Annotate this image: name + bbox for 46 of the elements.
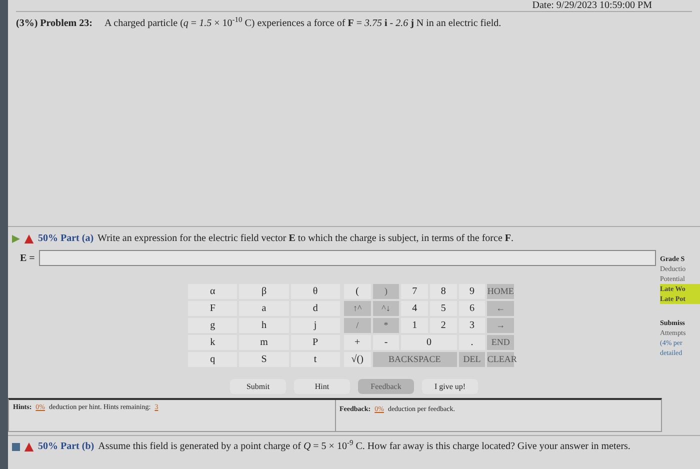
keypad-key[interactable]: ( bbox=[344, 284, 371, 299]
keypad-key[interactable]: 4 bbox=[401, 301, 428, 316]
action-button[interactable]: Submit bbox=[230, 379, 286, 394]
variable-key[interactable]: P bbox=[290, 335, 340, 350]
question-text: Write an expression for the electric field vector E to which the charge is subject, in terms of the force F. bbox=[98, 232, 514, 246]
warning-icon bbox=[24, 442, 34, 452]
keypad-key[interactable]: 0 bbox=[401, 335, 457, 350]
answer-field[interactable] bbox=[38, 250, 656, 266]
variable-key[interactable]: β bbox=[239, 284, 289, 299]
warning-icon bbox=[24, 234, 34, 244]
keypad-key[interactable]: + bbox=[344, 335, 371, 350]
variable-key[interactable]: S bbox=[239, 352, 289, 367]
end-date: Date: 9/29/2023 10:59:00 PM bbox=[532, 0, 652, 11]
question-text: Assume this field is generated by a point charge of Q = 5 × 10$^{-9}$ C. How far away is this charge located? Give your answer in meters. bbox=[98, 439, 630, 454]
variable-key[interactable]: θ bbox=[290, 284, 340, 299]
variable-key[interactable]: q bbox=[188, 352, 238, 367]
problem-label: (3%) Problem 23: bbox=[16, 17, 92, 31]
variable-key[interactable]: m bbox=[239, 335, 289, 350]
keypad-key[interactable]: √() bbox=[344, 352, 371, 367]
keypad-key[interactable]: 6 bbox=[458, 301, 486, 316]
part-weight: 50% Part (b) bbox=[38, 440, 94, 454]
keypad-key[interactable]: 3 bbox=[458, 318, 486, 333]
variable-key[interactable]: j bbox=[290, 318, 340, 333]
variable-key[interactable]: a bbox=[239, 301, 289, 316]
keypad-key[interactable]: 8 bbox=[430, 284, 457, 299]
expand-toggle-icon[interactable] bbox=[12, 234, 20, 242]
action-button[interactable]: Hint bbox=[294, 379, 350, 394]
action-button[interactable]: I give up! bbox=[422, 379, 478, 394]
problem-text: A charged particle (q = 1.5 × 10$^{-10}$ C) experiences a force of F = 3.75 i - 2.6 j N in an electric field. bbox=[104, 16, 502, 31]
variable-key[interactable]: h bbox=[239, 318, 289, 333]
variable-key[interactable]: k bbox=[188, 335, 238, 350]
keypad-key[interactable]: 5 bbox=[430, 301, 457, 316]
part-weight: 50% Part (a) bbox=[38, 232, 94, 246]
field-label: E = bbox=[20, 252, 35, 266]
keypad-key[interactable]: - bbox=[372, 335, 400, 350]
keypad-key[interactable]: 1 bbox=[401, 318, 428, 333]
keypad-key[interactable]: 7 bbox=[401, 284, 428, 299]
expand-toggle-icon[interactable] bbox=[12, 442, 20, 450]
keypad-key[interactable]: . bbox=[458, 335, 486, 350]
keypad-key[interactable]: 2 bbox=[430, 318, 457, 333]
keypad-key[interactable]: 9 bbox=[458, 284, 486, 299]
variable-key[interactable]: g bbox=[188, 318, 238, 333]
variable-key[interactable]: d bbox=[290, 301, 340, 316]
variable-key[interactable]: α bbox=[188, 284, 238, 299]
variable-key[interactable]: t bbox=[290, 352, 340, 367]
variable-key[interactable]: F bbox=[188, 301, 238, 316]
